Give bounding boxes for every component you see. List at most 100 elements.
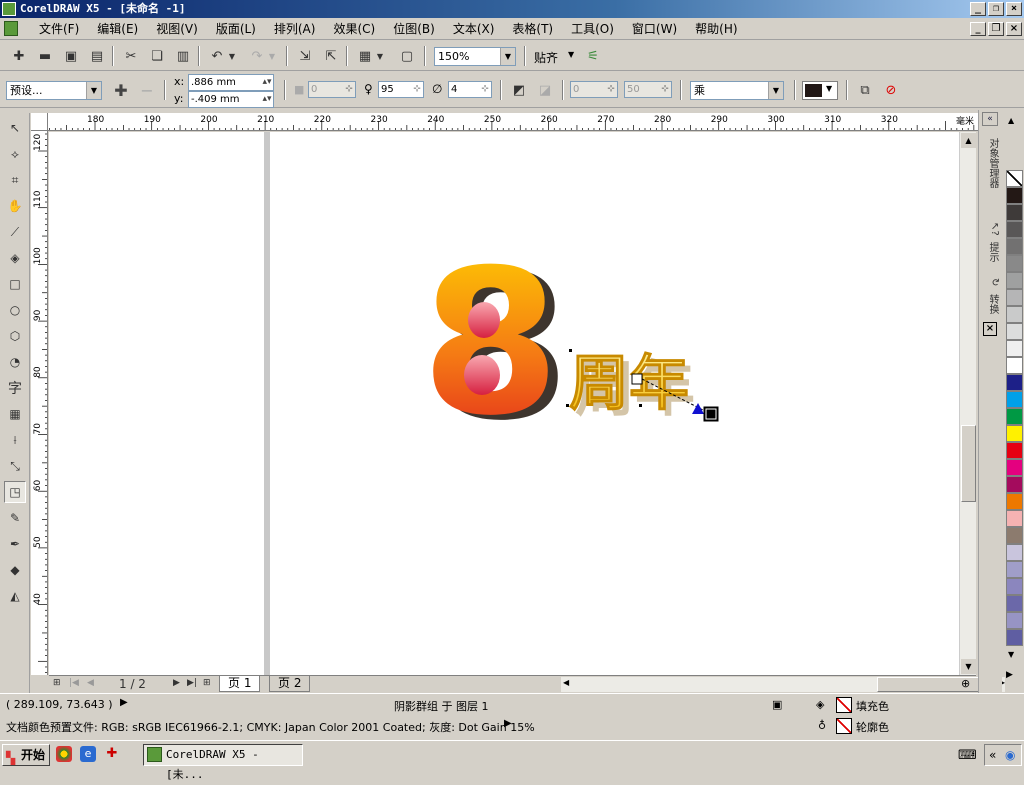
doc-minimize-button[interactable]: _ <box>970 22 986 36</box>
palette-swatch[interactable] <box>1006 391 1023 408</box>
pick-tool-icon[interactable]: ↖ <box>4 117 26 139</box>
palette-swatch[interactable] <box>1006 561 1023 578</box>
document-icon[interactable] <box>4 21 18 36</box>
palette-swatch[interactable] <box>1006 272 1023 289</box>
menu-layout[interactable]: 版面(L) <box>207 18 265 40</box>
spin-icon[interactable]: ⊹ <box>659 82 671 97</box>
menu-arrange[interactable]: 排列(A) <box>265 18 325 40</box>
close-docker-icon[interactable]: × <box>983 322 997 336</box>
chevron-down-icon[interactable]: ▼ <box>500 48 515 65</box>
rectangle-tool-icon[interactable]: □ <box>4 273 26 295</box>
options-icon[interactable]: ⚟ <box>582 45 604 67</box>
vertical-ruler[interactable]: 120 110 100 90 80 70 60 50 40 <box>31 131 48 675</box>
polygon-tool-icon[interactable]: ⬡ <box>4 325 26 347</box>
palette-swatch[interactable] <box>1006 595 1023 612</box>
doc-restore-button[interactable]: ❐ <box>988 22 1004 36</box>
network-icon[interactable]: ◉ <box>1005 748 1015 762</box>
horizontal-ruler[interactable]: 180 190 200 210 220 230 240 250 260 270 280 290 300 3… <box>48 113 978 131</box>
keyboard-icon[interactable]: ⌨ <box>958 748 977 763</box>
palette-swatch[interactable] <box>1006 459 1023 476</box>
palette-swatch[interactable] <box>1006 289 1023 306</box>
x-offset-field[interactable]: .886 mm ▴▾ <box>188 74 274 91</box>
profile-expand-icon[interactable]: ▶ <box>504 718 512 729</box>
palette-swatch[interactable] <box>1006 476 1023 493</box>
no-color-swatch[interactable] <box>1006 170 1023 187</box>
palette-scroll-down-icon[interactable]: ▼ <box>1008 650 1014 659</box>
outline-none-swatch[interactable] <box>836 718 852 734</box>
launcher-dropdown-icon[interactable]: ▼ <box>374 45 386 67</box>
status-expand-icon[interactable]: ▶ <box>120 697 128 708</box>
transform-icon[interactable]: ↻ <box>982 278 1000 286</box>
palette-swatch[interactable] <box>1006 629 1023 646</box>
docker-tab-hints[interactable]: 提示 <box>982 242 1000 262</box>
zoom-navigator-icon[interactable]: ⊕ <box>961 677 970 690</box>
taskbar-coreldraw-button[interactable]: CorelDRAW X5 - [未... <box>143 744 303 781</box>
shadow-angle-field[interactable]: 0 ⊹ <box>308 81 356 98</box>
palette-swatch[interactable] <box>1006 238 1023 255</box>
palette-flyout-icon[interactable]: ▶ <box>1006 670 1013 680</box>
feather-direction-icon[interactable]: ◩ <box>508 79 530 101</box>
print-icon[interactable]: ▤ <box>86 45 108 67</box>
vertical-scroll-thumb[interactable] <box>961 425 976 502</box>
add-page-after-icon[interactable]: ⊞ <box>203 678 211 688</box>
palette-swatch[interactable] <box>1006 204 1023 221</box>
smart-fill-tool-icon[interactable]: ◈ <box>4 247 26 269</box>
last-page-icon[interactable]: ▶| <box>187 678 197 688</box>
undo-icon[interactable]: ↶ <box>206 45 228 67</box>
palette-swatch[interactable] <box>1006 323 1023 340</box>
palette-swatch[interactable] <box>1006 442 1023 459</box>
new-icon[interactable]: ✚ <box>8 45 30 67</box>
paste-icon[interactable]: ▥ <box>172 45 194 67</box>
drawing-canvas[interactable]: 8 8 周年 周年 <box>49 132 959 675</box>
table-tool-icon[interactable]: ▦ <box>4 403 26 425</box>
menu-window[interactable]: 窗口(W) <box>623 18 686 40</box>
basic-shapes-tool-icon[interactable]: ◔ <box>4 351 26 373</box>
menu-file[interactable]: 文件(F) <box>30 18 88 40</box>
spin-icon[interactable]: ⊹ <box>605 82 617 97</box>
application-launcher-icon[interactable]: ▦ <box>354 45 376 67</box>
fill-tool-icon[interactable]: ◆ <box>4 559 26 581</box>
menu-text[interactable]: 文本(X) <box>444 18 504 40</box>
shape-tool-icon[interactable]: ⟡ <box>4 143 26 165</box>
palette-scroll-up-icon[interactable]: ▲ <box>1008 116 1014 125</box>
spin-icon[interactable]: ⊹ <box>411 82 423 97</box>
spin-icon[interactable]: ⊹ <box>479 82 491 97</box>
palette-swatch[interactable] <box>1006 357 1023 374</box>
fill-none-swatch[interactable] <box>836 697 852 713</box>
dimension-tool-icon[interactable]: ⟊ <box>4 429 26 451</box>
page-tab-2[interactable]: 页 2 <box>269 676 311 692</box>
add-preset-icon[interactable]: ✚ <box>110 79 132 101</box>
doc-close-button[interactable]: × <box>1006 22 1022 36</box>
fade-field[interactable]: 0 ⊹ <box>570 81 618 98</box>
spin-arrows-icon[interactable]: ▴▾ <box>261 75 273 90</box>
start-button[interactable]: ▚ 开始 <box>2 744 50 766</box>
redo-dropdown-icon[interactable]: ▼ <box>266 45 278 67</box>
palette-swatch[interactable] <box>1006 340 1023 357</box>
menu-edit[interactable]: 编辑(E) <box>88 18 147 40</box>
spin-arrows-icon[interactable]: ▴▾ <box>261 92 273 107</box>
menu-effects[interactable]: 效果(C) <box>324 18 384 40</box>
numeral-eight[interactable]: 8 <box>421 227 560 460</box>
palette-swatch[interactable] <box>1006 544 1023 561</box>
copy-shadow-icon[interactable]: ⧉ <box>854 79 876 101</box>
snap-status-icon[interactable]: ▣ <box>772 698 782 711</box>
add-page-before-icon[interactable]: ⊞ <box>53 678 61 688</box>
connector-tool-icon[interactable]: ⤡ <box>4 455 26 477</box>
import-icon[interactable]: ⇲ <box>294 45 316 67</box>
welcome-screen-icon[interactable]: ▢ <box>396 45 418 67</box>
scroll-up-icon[interactable]: ▲ <box>961 133 976 148</box>
palette-swatch[interactable] <box>1006 221 1023 238</box>
feather-edges-icon[interactable]: ◪ <box>534 79 556 101</box>
selection-handle[interactable] <box>566 404 569 407</box>
first-page-icon[interactable]: |◀ <box>69 678 79 688</box>
palette-swatch[interactable] <box>1006 493 1023 510</box>
close-button[interactable]: × <box>1006 2 1022 16</box>
palette-swatch[interactable] <box>1006 255 1023 272</box>
collapse-docker-icon[interactable]: « <box>982 112 998 126</box>
crop-tool-icon[interactable]: ⌗ <box>4 169 26 191</box>
palette-swatch[interactable] <box>1006 510 1023 527</box>
palette-swatch[interactable] <box>1006 187 1023 204</box>
hints-icon[interactable]: ↖? <box>982 222 1000 236</box>
preset-combo[interactable]: 预设... ▼ <box>6 81 102 100</box>
export-icon[interactable]: ⇱ <box>320 45 342 67</box>
